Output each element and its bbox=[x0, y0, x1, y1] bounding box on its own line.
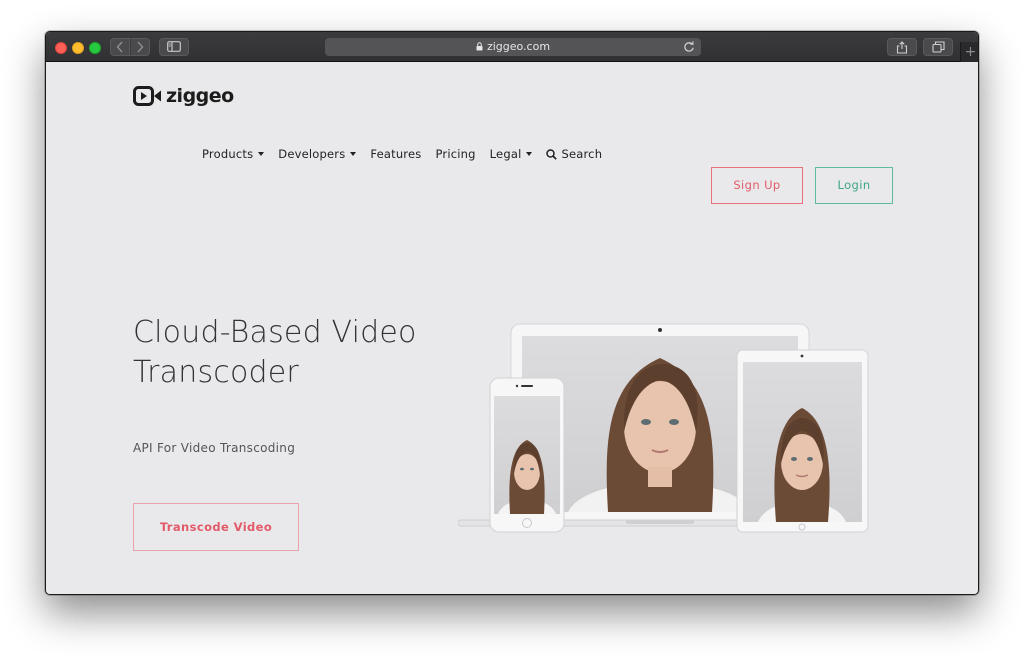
search-icon bbox=[546, 148, 558, 160]
logo-wordmark: ziggeo bbox=[166, 85, 234, 107]
reload-icon[interactable] bbox=[683, 40, 695, 53]
login-button[interactable]: Login bbox=[815, 167, 893, 204]
zoom-window-button[interactable] bbox=[89, 42, 101, 54]
address-bar[interactable]: ziggeo.com bbox=[325, 38, 701, 56]
nav-features[interactable]: Features bbox=[370, 147, 421, 161]
browser-toolbar: ziggeo.com + bbox=[46, 32, 978, 62]
nav-legal-label: Legal bbox=[489, 147, 522, 161]
video-camera-logo-icon bbox=[133, 86, 161, 106]
nav-search-label: Search bbox=[561, 147, 603, 161]
ziggeo-logo[interactable]: ziggeo bbox=[133, 85, 234, 107]
main-navigation: Products Developers Features Pricing Leg… bbox=[202, 147, 616, 161]
nav-pricing[interactable]: Pricing bbox=[435, 147, 475, 161]
phone-device bbox=[489, 377, 565, 533]
back-button[interactable] bbox=[110, 38, 130, 56]
hero-title: Cloud-Based Video Transcoder bbox=[133, 315, 417, 390]
sidebar-icon bbox=[167, 41, 181, 52]
sidebar-toggle-button[interactable] bbox=[159, 38, 189, 56]
nav-search[interactable]: Search bbox=[546, 147, 602, 161]
nav-products[interactable]: Products bbox=[202, 147, 265, 161]
caret-down-icon bbox=[526, 152, 533, 156]
close-window-button[interactable] bbox=[55, 42, 67, 54]
web-page: ziggeo Products Developers Features Pric… bbox=[46, 63, 978, 594]
nav-products-label: Products bbox=[202, 147, 254, 161]
caret-down-icon bbox=[258, 152, 265, 156]
nav-legal[interactable]: Legal bbox=[490, 147, 533, 161]
sign-up-button[interactable]: Sign Up bbox=[711, 167, 803, 204]
forward-button[interactable] bbox=[130, 38, 150, 56]
caret-down-icon bbox=[350, 152, 357, 156]
hero-subtitle: API For Video Transcoding bbox=[133, 441, 296, 455]
transcode-video-button[interactable]: Transcode Video bbox=[133, 503, 299, 551]
share-button[interactable] bbox=[887, 38, 917, 56]
chevron-right-icon bbox=[137, 41, 144, 53]
tablet-device bbox=[736, 349, 869, 533]
share-icon bbox=[896, 41, 908, 54]
new-tab-button[interactable]: + bbox=[960, 42, 978, 62]
tabs-icon bbox=[931, 41, 945, 53]
chevron-left-icon bbox=[116, 41, 123, 53]
lock-icon bbox=[476, 42, 483, 51]
show-tabs-button[interactable] bbox=[923, 38, 953, 56]
address-url: ziggeo.com bbox=[486, 40, 551, 53]
devices-illustration bbox=[458, 323, 869, 533]
nav-developers-label: Developers bbox=[278, 147, 346, 161]
browser-window: ziggeo.com + ziggeo Products Developers … bbox=[45, 31, 979, 595]
nav-developers[interactable]: Developers bbox=[278, 147, 357, 161]
minimize-window-button[interactable] bbox=[72, 42, 84, 54]
